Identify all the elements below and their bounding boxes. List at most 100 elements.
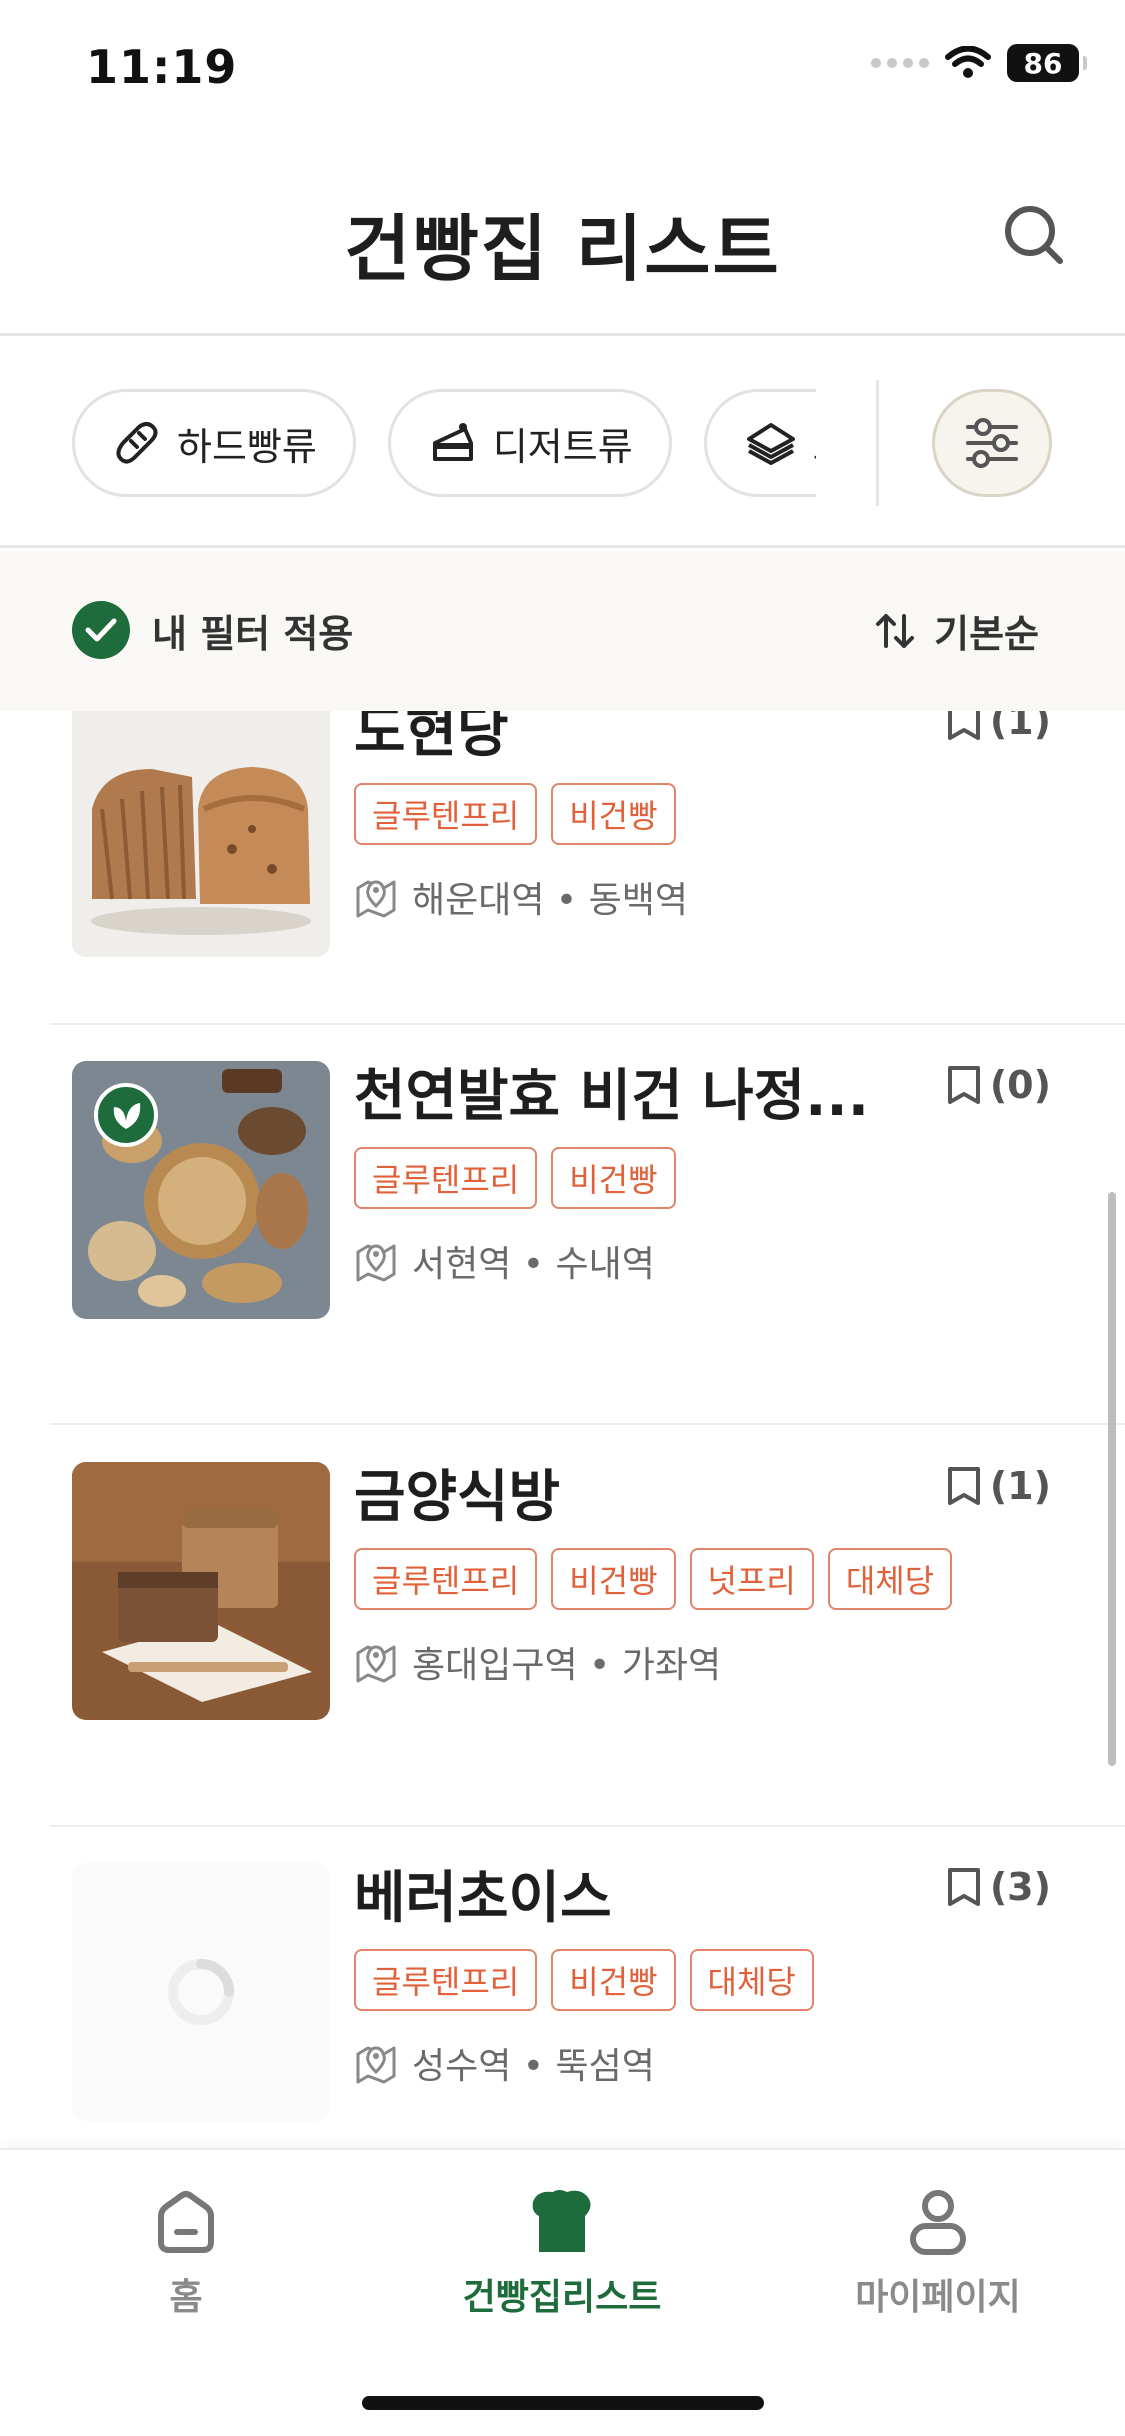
- category-chip-row: 하드빵류 디저트류 브: [0, 338, 1125, 548]
- list-divider: [50, 1423, 1125, 1425]
- tag-list: 글루텐프리 비건빵: [354, 1147, 676, 1209]
- bookmark-icon: [947, 711, 980, 740]
- chip-label: 디저트류: [492, 424, 633, 469]
- tab-my-page[interactable]: 마이페이지: [788, 2186, 1088, 2320]
- location-text: 홍대입구역 • 가좌역: [412, 1645, 722, 1686]
- tag: 글루텐프리: [354, 1548, 538, 1610]
- tag-list: 글루텐프리 비건빵 대체당: [354, 1949, 814, 2011]
- map-pin-icon: [356, 2046, 396, 2084]
- bookmark-button[interactable]: (3): [946, 1865, 1051, 1909]
- map-pin-icon: [356, 880, 396, 918]
- bookmark-icon: [947, 1066, 980, 1104]
- bakery-list-item[interactable]: 도현당 (1) 글루텐프리 비건빵 해운대역 • 동백역: [50, 711, 1125, 1059]
- bakery-list-item[interactable]: 천연발효 비건 나정... (0) 글루텐프리 비건빵 서현역 • 수내역: [50, 1061, 1125, 1461]
- bakery-list-item[interactable]: 금양식방 (1) 글루텐프리 비건빵 넛프리 대체당 홍대입구역 • 가좌역: [50, 1462, 1125, 1862]
- tag: 비건빵: [551, 1949, 676, 2011]
- bookmark-button[interactable]: (1): [946, 711, 1051, 743]
- bakery-thumbnail: [72, 1061, 330, 1319]
- baguette-icon: [116, 422, 158, 464]
- battery-level: 86: [1023, 46, 1063, 80]
- bakery-name: 금양식방: [354, 1465, 561, 1530]
- category-chip-scroller[interactable]: 하드빵류 디저트류 브: [72, 389, 816, 497]
- home-icon: [158, 2191, 214, 2253]
- filter-settings-button[interactable]: [932, 389, 1052, 497]
- person-icon: [910, 2190, 966, 2255]
- tab-bakery-list[interactable]: 건빵집리스트: [412, 2186, 712, 2320]
- tag: 글루텐프리: [354, 1147, 538, 1209]
- my-filter-toggle[interactable]: 내 필터 적용: [72, 601, 353, 659]
- bookmark-icon: [947, 1467, 980, 1505]
- filter-sort-bar: 내 필터 적용 기본순: [0, 551, 1125, 711]
- location-text: 해운대역 • 동백역: [412, 880, 688, 921]
- tab-label: 홈: [169, 2277, 203, 2318]
- tab-label: 건빵집리스트: [462, 2277, 662, 2318]
- tag-list: 글루텐프리 비건빵 넛프리 대체당: [354, 1548, 953, 1610]
- map-pin-icon: [356, 1645, 396, 1683]
- bottom-tab-bar: 홈 건빵집리스트 마이페이지: [0, 2148, 1125, 2436]
- scrollbar[interactable]: [1108, 1192, 1116, 1766]
- bookmark-count: (3): [989, 1865, 1051, 1909]
- location-text: 성수역 • 뚝섬역: [412, 2046, 655, 2087]
- chip-sandwich[interactable]: 브: [703, 389, 816, 497]
- bakery-name: 도현당: [354, 711, 509, 765]
- bookmark-count: (1): [989, 711, 1051, 743]
- sort-label: 기본순: [934, 612, 1039, 656]
- tag: 글루텐프리: [354, 783, 538, 845]
- bread-icon: [532, 2190, 591, 2252]
- map-pin-icon: [356, 1244, 396, 1282]
- bookmark-icon: [947, 1868, 980, 1906]
- location-text: 서현역 • 수내역: [412, 1244, 655, 1285]
- cellular-signal-icon: [871, 58, 929, 68]
- check-circle-icon: [72, 601, 130, 659]
- status-bar: 11:19 86: [0, 0, 1125, 140]
- tag: 대체당: [827, 1548, 953, 1610]
- search-icon: [1005, 206, 1063, 264]
- location-row: 홍대입구역 • 가좌역: [354, 1636, 721, 1688]
- sandwich-icon: [746, 423, 795, 465]
- tab-label: 마이페이지: [855, 2277, 1021, 2318]
- tag: 대체당: [689, 1949, 814, 2011]
- bakery-thumbnail-loading: [72, 1863, 330, 2121]
- tag: 비건빵: [551, 1147, 676, 1209]
- my-filter-label: 내 필터 적용: [152, 611, 354, 656]
- list-divider: [50, 1825, 1125, 1827]
- status-icons: 86: [871, 44, 1087, 82]
- bookmark-button[interactable]: (1): [946, 1464, 1051, 1508]
- chip-hard-bread[interactable]: 하드빵류: [72, 389, 356, 497]
- tag: 글루텐프리: [354, 1949, 538, 2011]
- wifi-icon: [945, 46, 991, 78]
- location-row: 서현역 • 수내역: [354, 1235, 655, 1287]
- list-divider: [50, 1023, 1125, 1025]
- bakery-name: 천연발효 비건 나정...: [354, 1064, 869, 1129]
- cake-icon: [432, 423, 473, 461]
- bookmark-count: (1): [989, 1464, 1051, 1508]
- loading-spinner-icon: [168, 1959, 234, 2025]
- tag-list: 글루텐프리 비건빵: [354, 783, 676, 845]
- search-button[interactable]: [989, 190, 1079, 280]
- sort-arrows-icon: [876, 613, 915, 648]
- tag: 비건빵: [551, 1548, 676, 1610]
- bookmark-button[interactable]: (0): [946, 1063, 1051, 1107]
- sliders-icon: [966, 418, 1018, 468]
- status-time: 11:19: [86, 40, 238, 94]
- bakery-name: 베러초이스: [354, 1866, 612, 1931]
- vegan-badge-icon: [94, 1083, 158, 1147]
- chip-divider: [876, 380, 879, 506]
- page-header: 건빵집 리스트: [0, 140, 1125, 336]
- location-row: 해운대역 • 동백역: [354, 871, 688, 923]
- chip-label: 하드빵류: [177, 424, 317, 469]
- bakery-list[interactable]: 도현당 (1) 글루텐프리 비건빵 해운대역 • 동백역 천연발효 비건 나정.…: [0, 711, 1125, 2148]
- tab-home[interactable]: 홈: [36, 2186, 336, 2320]
- bakery-list-item[interactable]: 베러초이스 (3) 글루텐프리 비건빵 대체당 성수역 • 뚝섬역: [50, 1863, 1125, 2148]
- bakery-thumbnail: [72, 711, 330, 957]
- location-row: 성수역 • 뚝섬역: [354, 2037, 655, 2089]
- battery-indicator: 86: [1007, 44, 1087, 82]
- bakery-thumbnail: [72, 1462, 330, 1720]
- page-title: 건빵집 리스트: [344, 207, 781, 291]
- chip-dessert[interactable]: 디저트류: [387, 389, 672, 497]
- sort-button[interactable]: 기본순: [874, 603, 1039, 658]
- bookmark-count: (0): [989, 1063, 1051, 1107]
- chip-label: 브: [813, 416, 816, 471]
- tag: 넛프리: [689, 1548, 814, 1610]
- home-indicator: [362, 2396, 764, 2410]
